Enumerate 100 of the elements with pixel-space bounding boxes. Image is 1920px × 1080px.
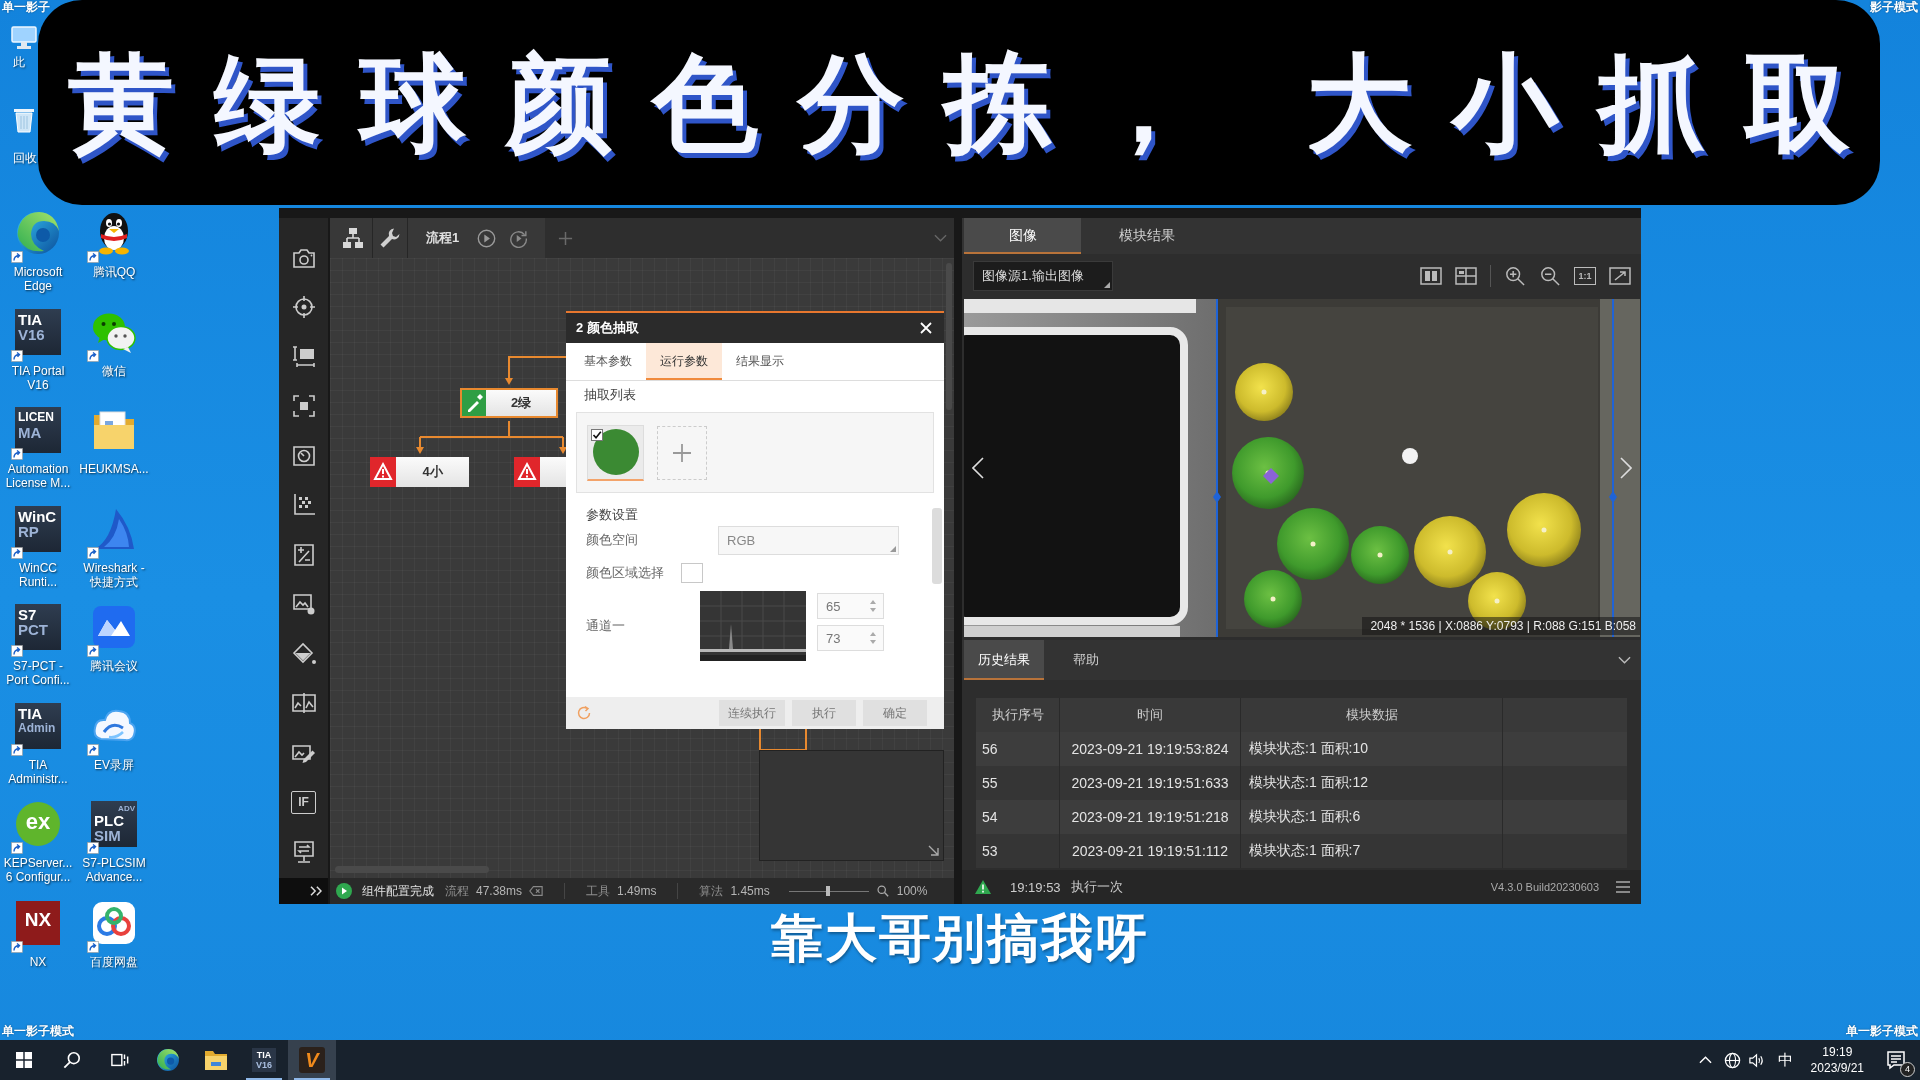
chevron-left-icon[interactable] (972, 457, 984, 479)
logo-tile-icon[interactable]: WinC RP (15, 505, 61, 552)
cloud-rings-icon[interactable] (91, 899, 137, 946)
table-row[interactable]: 56 2023-09-21 19:19:53:824 模块状态:1 面积:10 (976, 732, 1627, 766)
add-tab-icon[interactable] (558, 230, 574, 246)
swirl-logo-icon[interactable] (15, 210, 61, 256)
view-tab[interactable]: 模块结果 (1083, 218, 1211, 254)
resize-arrow-icon[interactable] (927, 844, 939, 856)
flow-node[interactable] (514, 457, 566, 487)
expand-icon[interactable] (310, 886, 322, 896)
checkbox[interactable] (681, 563, 703, 583)
view-tab[interactable]: 图像 (964, 218, 1081, 254)
flow-node[interactable]: 2绿 (460, 388, 558, 418)
measure-icon[interactable] (290, 343, 317, 370)
zoom-out-icon[interactable] (1539, 265, 1561, 286)
wrench-icon[interactable] (379, 227, 401, 249)
shortcut-label[interactable]: Automation License M... (5, 462, 71, 490)
hierarchy-icon[interactable] (342, 227, 364, 249)
task-view-icon[interactable] (111, 1051, 129, 1069)
chevron-up-icon[interactable] (1698, 1056, 1712, 1064)
shortcut-label[interactable]: 回收 (13, 151, 37, 165)
notification-icon[interactable] (1886, 1050, 1906, 1070)
shortcut-label[interactable]: 此 (13, 55, 25, 69)
add-swatch-button[interactable] (657, 425, 707, 480)
result-tab[interactable]: 历史结果 (964, 640, 1044, 680)
scrollbar-thumb[interactable] (932, 508, 942, 584)
checkbox[interactable] (591, 428, 603, 441)
slider-thumb[interactable] (825, 886, 830, 896)
split-view-icon[interactable] (1420, 265, 1442, 286)
clear-icon[interactable] (529, 885, 544, 897)
fit-view-icon[interactable] (1609, 265, 1631, 286)
zoom-in-icon[interactable] (1504, 265, 1526, 286)
shortcut-label[interactable]: 微信 (102, 363, 126, 378)
table-row[interactable]: 53 2023-09-21 19:19:51:112 模块状态:1 面积:7 (976, 834, 1627, 868)
logo-tile-icon[interactable]: NX (16, 900, 60, 945)
ribbon-tile-icon[interactable] (91, 604, 137, 650)
shortcut-label[interactable]: Microsoft Edge (13, 265, 63, 293)
shortcut-label[interactable]: TIA Administr... (8, 757, 68, 786)
logo-tile-icon[interactable]: TIA Admin (15, 702, 61, 749)
zoom-reading: 100% (896, 884, 928, 898)
menu-icon[interactable] (1615, 881, 1631, 893)
table-row[interactable]: 54 2023-09-21 19:19:51:218 模块状态:1 面积:6 (976, 800, 1627, 834)
input-method-indicator[interactable]: 中 (1777, 1050, 1793, 1070)
paint-bucket-icon[interactable] (290, 640, 317, 667)
table-cell: 2023-09-21 19:19:51:112 (1059, 834, 1240, 868)
shortcut-label[interactable]: S7-PLCSIM Advance... (82, 856, 146, 884)
close-icon[interactable] (920, 322, 932, 334)
crosshair-icon[interactable] (290, 294, 317, 321)
logo-text: PCT (18, 622, 48, 637)
shortcut-label[interactable]: KEPServer... 6 Configur... (3, 856, 73, 884)
chevron-right-icon[interactable] (1620, 457, 1632, 479)
dialog-tab[interactable]: 运行参数 (646, 343, 722, 380)
zoom-icon[interactable] (875, 885, 890, 897)
dialog-tab[interactable]: 结果显示 (722, 343, 798, 380)
status-message: 执行一次 (1070, 878, 1123, 896)
chevron-down-icon[interactable] (1618, 656, 1631, 664)
logo-tile-icon[interactable]: TIA V16 (15, 308, 61, 355)
logo-text: TIA (18, 705, 43, 721)
search-icon[interactable] (63, 1051, 81, 1069)
speaker-icon[interactable] (1747, 1051, 1765, 1069)
dialog-button[interactable]: 连续执行 (719, 700, 785, 726)
shortcut-label[interactable]: 腾讯QQ (92, 265, 136, 279)
dialog-tab[interactable]: 基本参数 (570, 343, 646, 380)
flow-node[interactable]: 4小 (370, 457, 469, 487)
shortcut-label[interactable]: HEUKMSA... (79, 462, 149, 476)
banner-title: 黄绿球颜色分拣， 大小抓取 (68, 42, 1890, 164)
clock-date[interactable]: 2023/9/21 (1810, 1060, 1864, 1076)
taskbar-app-button[interactable]: V (288, 1040, 336, 1080)
focus-frame-icon[interactable] (290, 393, 317, 420)
loop-play-icon[interactable] (509, 228, 529, 248)
grid-view-icon[interactable] (1455, 265, 1477, 286)
dialog-button[interactable]: 确定 (863, 700, 927, 726)
taskbar-app-button[interactable]: TIA V16 (240, 1040, 288, 1080)
result-tab[interactable]: 帮助 (1046, 640, 1126, 680)
number-field[interactable]: 73 (817, 625, 884, 651)
shortcut-label[interactable]: TIA Portal V16 (11, 363, 65, 392)
dialog-button[interactable]: 执行 (792, 700, 856, 726)
shortcut-label[interactable]: NX (29, 954, 47, 969)
start-icon[interactable] (15, 1051, 33, 1069)
logo-tile-icon[interactable]: S7 PCT (15, 604, 61, 650)
logo-tile-icon[interactable]: LICEN MA (15, 407, 61, 453)
network-icon[interactable] (1723, 1051, 1741, 1069)
logo-text: TIA (18, 311, 43, 327)
actual-size-button[interactable]: 1:1 (1574, 266, 1596, 285)
number-field[interactable]: 65 (817, 593, 884, 619)
logo-tile-icon[interactable]: ADV PLC SIM (91, 801, 137, 847)
monitor-icon[interactable] (11, 24, 37, 50)
shortcut-label[interactable]: EV录屏 (94, 757, 134, 772)
table-row[interactable]: 55 2023-09-21 19:19:51:633 模块状态:1 面积:12 (976, 766, 1627, 800)
swatch-tile[interactable] (587, 424, 644, 481)
image-source-select[interactable]: 图像源1.输出图像 (973, 260, 1113, 291)
play-circle-icon[interactable] (477, 228, 497, 248)
version-label: V4.3.0 Build20230603 (1490, 881, 1599, 893)
clock-time[interactable]: 19:19 (1822, 1044, 1853, 1060)
logic-tool-button[interactable]: IF (291, 790, 316, 814)
flow-tab[interactable]: 流程1 (426, 229, 460, 247)
bin-icon[interactable] (11, 107, 37, 133)
status-label: 算法 (699, 882, 724, 900)
logo-text: Admin (18, 720, 56, 736)
shortcut-label[interactable]: 百度网盘 (90, 954, 138, 969)
